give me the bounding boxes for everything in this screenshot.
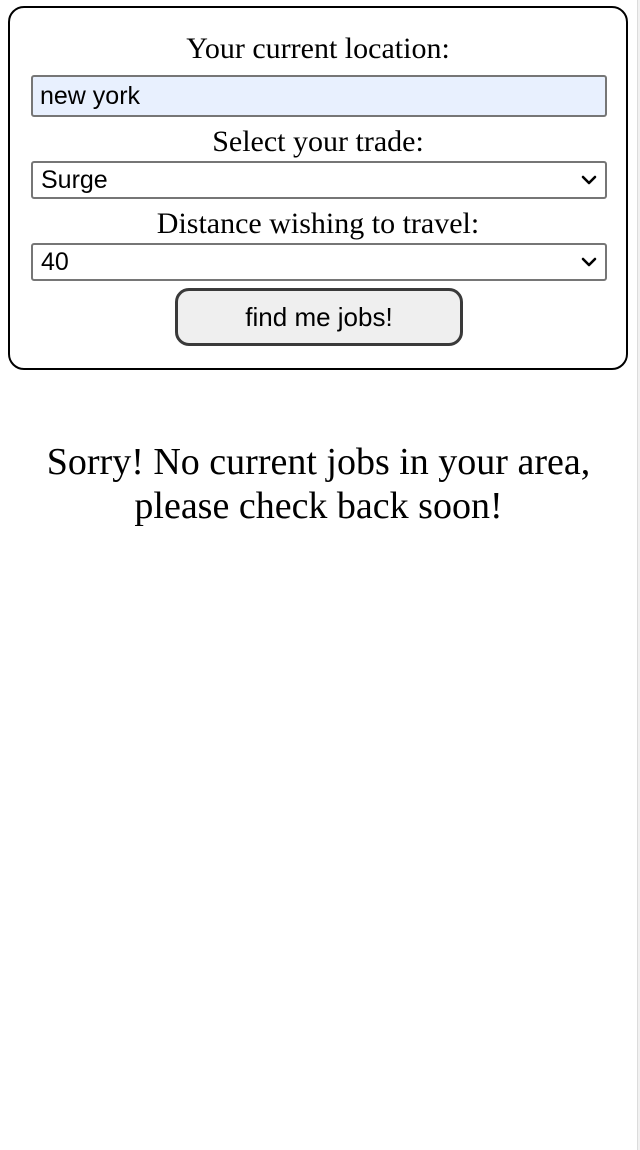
chevron-down-icon — [581, 175, 597, 185]
location-input[interactable] — [31, 75, 607, 117]
trade-select-value: Surge — [41, 166, 108, 194]
no-jobs-message-line-2: please check back soon! — [134, 485, 503, 527]
chevron-down-icon — [581, 257, 597, 267]
job-search-form: Your current location: Select your trade… — [8, 6, 628, 370]
find-jobs-button[interactable]: find me jobs! — [175, 288, 463, 346]
distance-select-value: 40 — [41, 248, 69, 276]
distance-label: Distance wishing to travel: — [156, 207, 480, 240]
location-label: Your current location: — [186, 32, 450, 65]
no-jobs-message: Sorry! No current jobs in your area, ple… — [0, 440, 637, 528]
page: Your current location: Select your trade… — [0, 0, 637, 1150]
distance-select[interactable]: 40 — [31, 243, 607, 281]
trade-label: Select your trade: — [212, 125, 424, 158]
no-jobs-message-line-1: Sorry! No current jobs in your area, — [46, 441, 591, 483]
trade-select[interactable]: Surge — [31, 161, 607, 199]
